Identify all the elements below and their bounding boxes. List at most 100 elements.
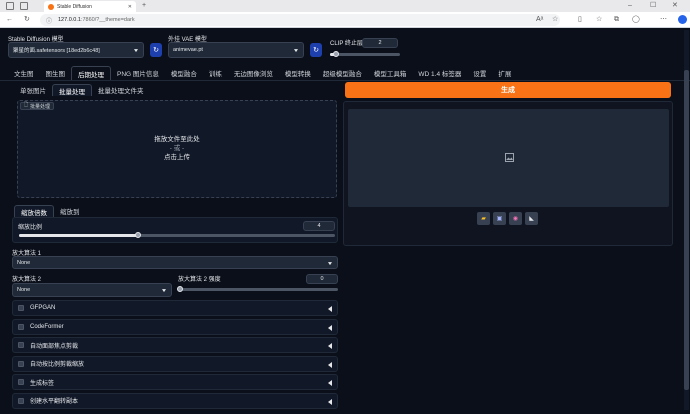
favicon-icon: [48, 3, 54, 10]
sub-tab[interactable]: 批量处理: [52, 84, 92, 96]
image-icon[interactable]: ▣: [493, 212, 506, 225]
resize-label: 缩放比例: [18, 225, 43, 231]
upscaler1-value: None: [17, 259, 31, 266]
url-field[interactable]: ⓘ 127.0.0.1:7860/?__theme=dark: [40, 14, 560, 26]
main-tab[interactable]: WD 1.4 标签器: [412, 66, 467, 80]
more-icon[interactable]: ⋯: [660, 16, 667, 23]
enable-checkbox[interactable]: [18, 360, 24, 367]
collapse-arrow-icon[interactable]: [328, 398, 332, 405]
main-tab[interactable]: 图生图: [40, 66, 72, 80]
accordion-item[interactable]: 生成标签: [12, 374, 338, 390]
enable-checkbox[interactable]: [18, 323, 24, 330]
accordion-label: GFPGAN: [30, 305, 56, 311]
new-tab-icon[interactable]: +: [142, 2, 146, 9]
vae-value: animevae.pt: [173, 47, 203, 53]
profile-icon[interactable]: ◯: [632, 16, 640, 23]
sub-tab[interactable]: 单张图片: [14, 84, 52, 96]
collapse-arrow-icon[interactable]: [328, 361, 332, 368]
main-tab[interactable]: 扩展: [492, 66, 517, 80]
main-tab[interactable]: 训练: [203, 66, 228, 80]
folder-icon[interactable]: ▰: [477, 212, 490, 225]
main-tab[interactable]: 设置: [467, 66, 492, 80]
main-tab[interactable]: 模型工具箱: [368, 66, 413, 80]
url-host: 127.0.0.1: [58, 17, 81, 23]
favorites-icon[interactable]: ☆: [596, 16, 602, 23]
image-placeholder-icon: [505, 153, 514, 162]
window-menu-icon[interactable]: [6, 2, 14, 10]
generate-button[interactable]: 生成: [345, 82, 671, 98]
collections-icon[interactable]: ⧉: [614, 16, 619, 23]
back-icon[interactable]: ←: [6, 16, 13, 23]
accordion-item[interactable]: 自动面部焦点剪裁: [12, 337, 338, 353]
main-tab[interactable]: 文生图: [8, 66, 40, 80]
maximize-icon[interactable]: ☐: [650, 2, 656, 9]
scale-tab[interactable]: 缩放到: [54, 205, 86, 217]
upscaler2-strength-thumb[interactable]: [177, 286, 183, 292]
batch-badge: 🗋 批量处理: [20, 102, 55, 110]
enable-checkbox[interactable]: [18, 397, 24, 404]
accordion-item[interactable]: GFPGAN: [12, 300, 338, 316]
main-tab[interactable]: PNG 图片信息: [111, 66, 165, 80]
batch-badge-label: 批量处理: [30, 103, 51, 110]
accordion-label: 自动按比例剪裁缩放: [30, 362, 85, 368]
main-tab[interactable]: 超级模型融合: [317, 66, 368, 80]
collapse-arrow-icon[interactable]: [328, 380, 332, 386]
tab-actions-icon[interactable]: [20, 2, 28, 10]
sd-model-value: 聚星的面.safetensors [18ed2b6c48]: [13, 48, 100, 54]
clip-skip-value: 2: [378, 40, 382, 46]
resize-fill: [19, 234, 138, 237]
sub-tab[interactable]: 批量处理文件夹: [92, 84, 150, 96]
enable-checkbox[interactable]: [18, 342, 24, 348]
edge-copilot-icon[interactable]: [678, 15, 687, 24]
accordion-label: 生成标签: [30, 380, 55, 387]
browser-tab[interactable]: Stable Diffusion ✕: [44, 1, 136, 12]
collapse-arrow-icon[interactable]: [328, 343, 332, 349]
upload-line-2: - 或 -: [169, 145, 185, 152]
upscaler2-strength-slider[interactable]: [180, 288, 338, 291]
clip-skip-thumb[interactable]: [333, 51, 340, 57]
upload-line-1: 拖放文件至此处: [154, 136, 200, 143]
main-tab[interactable]: 模型转换: [279, 66, 317, 80]
upscaler1-select[interactable]: None: [12, 256, 338, 269]
resize-number[interactable]: 4: [303, 221, 335, 231]
refresh-vae-button[interactable]: ↻: [310, 43, 322, 57]
upscaler2-strength-number[interactable]: 0: [306, 274, 338, 284]
split-screen-icon[interactable]: ▯: [578, 16, 582, 23]
accordion-item[interactable]: 创建水平翻转副本: [12, 392, 338, 409]
reload-icon[interactable]: ↻: [24, 16, 30, 23]
close-window-icon[interactable]: ✕: [672, 2, 678, 9]
resize-value: 4: [317, 223, 321, 229]
vae-select[interactable]: animevae.pt: [168, 42, 304, 58]
accordion-item[interactable]: 自动按比例剪裁缩放: [12, 355, 338, 372]
info-icon: ⓘ: [46, 19, 53, 25]
sd-model-select[interactable]: 聚星的面.safetensors [18ed2b6c48]: [8, 42, 144, 58]
batch-upload-dropzone[interactable]: 🗋 批量处理 拖放文件至此处 - 或 - 点击上传: [17, 100, 337, 198]
main-tab[interactable]: 后期处理: [71, 66, 111, 80]
output-panel: ▰ ▣ ◉ ◣: [343, 101, 673, 246]
favorite-star-icon[interactable]: ☆: [552, 16, 558, 23]
browser-tab-title: Stable Diffusion: [57, 3, 92, 10]
scale-tab[interactable]: 缩放倍数: [14, 205, 54, 217]
refresh-model-button[interactable]: ↻: [150, 43, 162, 57]
enable-checkbox[interactable]: [18, 379, 24, 385]
resize-slider[interactable]: [19, 234, 335, 237]
close-tab-icon[interactable]: ✕: [128, 4, 132, 10]
collapse-arrow-icon[interactable]: [328, 324, 332, 331]
scrollbar[interactable]: [684, 30, 689, 410]
main-tab[interactable]: 模型融合: [165, 66, 203, 80]
minimize-icon[interactable]: –: [628, 2, 632, 9]
accordion-item[interactable]: CodeFormer: [12, 318, 338, 335]
upscaler2-select[interactable]: None: [12, 283, 172, 297]
clip-skip-slider[interactable]: [330, 53, 400, 56]
read-aloud-icon[interactable]: Aᵃ: [536, 16, 543, 23]
resize-thumb[interactable]: [134, 232, 141, 238]
enable-checkbox[interactable]: [18, 305, 24, 311]
scrollbar-thumb[interactable]: [684, 70, 689, 390]
upload-line-3: 点击上传: [164, 154, 190, 161]
chevron-down-icon: [134, 49, 138, 53]
collapse-arrow-icon[interactable]: [328, 306, 332, 312]
palette-icon[interactable]: ◉: [509, 212, 522, 225]
ruler-icon[interactable]: ◣: [525, 212, 538, 225]
clip-skip-number[interactable]: 2: [362, 38, 398, 48]
main-tab[interactable]: 无边图像浏览: [228, 66, 279, 80]
